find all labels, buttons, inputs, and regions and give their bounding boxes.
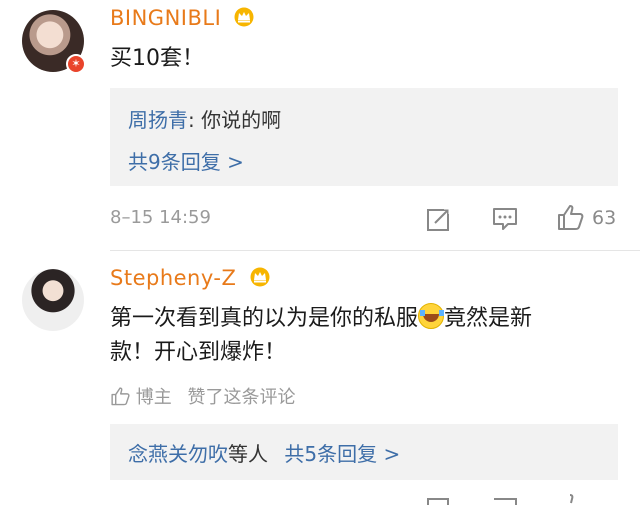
- timestamp: 8–15 14:59: [110, 207, 211, 228]
- thumb-up-icon[interactable]: [556, 203, 584, 231]
- thumb-up-icon: [111, 387, 130, 406]
- comment-icon[interactable]: [491, 205, 519, 233]
- reply-preview-box[interactable]: 周扬青: 你说的啊 共9条回复 >: [110, 88, 618, 186]
- username-text[interactable]: Stepheny-Z: [110, 266, 236, 290]
- crown-icon: [250, 267, 270, 287]
- reply-preview[interactable]: 周扬青: 你说的啊: [128, 104, 281, 133]
- blogger-like-text: 赞了这条评论: [187, 387, 296, 408]
- reply-authors[interactable]: 念燕关勿吹: [128, 442, 228, 466]
- comment-icon[interactable]: [491, 496, 519, 505]
- comment-text-part: 竟然是新: [444, 306, 533, 331]
- view-replies-link[interactable]: 共9条回复 >: [128, 146, 244, 175]
- thumb-up-icon[interactable]: [556, 494, 584, 505]
- avatar[interactable]: [22, 269, 84, 331]
- like-count: 63: [592, 207, 617, 229]
- comment-text: 买10套！: [110, 46, 204, 71]
- comment-text: 第一次看到真的以为是你的私服 竟然是新 款！开心到爆炸！: [110, 302, 630, 370]
- comment-divider: [110, 250, 640, 251]
- edit-icon[interactable]: [425, 496, 453, 505]
- comment-username[interactable]: BINGNIBLI: [110, 6, 256, 30]
- reply-summary-box[interactable]: 念燕关勿吹等人 共5条回复 >: [110, 424, 618, 480]
- comment-text-part: 第一次看到真的以为是你的私服: [110, 306, 419, 331]
- view-replies-link[interactable]: 共5条回复 >: [284, 442, 400, 466]
- reply-suffix: 等人: [228, 442, 268, 466]
- comment-text-part: 款！开心到爆炸！: [110, 340, 287, 365]
- blogger-like-row: 博主 赞了这条评论: [110, 383, 295, 409]
- blogger-label: 博主: [135, 387, 172, 408]
- username-text[interactable]: BINGNIBLI: [110, 6, 221, 30]
- reply-summary[interactable]: 念燕关勿吹等人 共5条回复 >: [128, 438, 400, 467]
- reply-author[interactable]: 周扬青: [128, 108, 188, 132]
- crown-icon: [234, 7, 254, 27]
- reply-text: : 你说的啊: [188, 108, 282, 132]
- laughing-crying-emoji: [418, 303, 445, 329]
- comment-username[interactable]: Stepheny-Z: [110, 266, 272, 290]
- verified-badge-icon: ✶: [66, 54, 86, 74]
- edit-icon[interactable]: [425, 205, 453, 233]
